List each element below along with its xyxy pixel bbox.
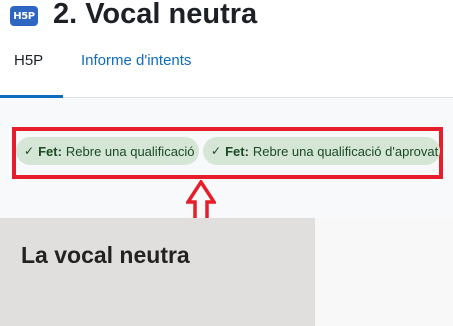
check-icon: ✓: [211, 144, 222, 158]
completion-status: Fet:: [225, 143, 249, 159]
check-icon: ✓: [24, 144, 35, 158]
tab-attempts-report[interactable]: Informe d'intents: [81, 52, 191, 69]
content-panel: [0, 218, 315, 326]
completion-badge-grade: ✓ Fet: Rebre una qualificació: [16, 137, 199, 165]
page: H5P 2. Vocal neutra H5P Informe d'intent…: [0, 0, 453, 326]
tab-h5p[interactable]: H5P: [14, 52, 43, 69]
page-title: 2. Vocal neutra: [53, 0, 258, 30]
h5p-logo-icon: H5P: [10, 6, 38, 26]
completion-text: Rebre una qualificació: [65, 143, 195, 159]
completion-badge-pass: ✓ Fet: Rebre una qualificació d'aprovat: [203, 137, 440, 165]
content-heading: La vocal neutra: [21, 242, 190, 268]
content-side-area: [315, 218, 453, 326]
tab-bar: H5P Informe d'intents: [0, 40, 453, 98]
completion-status: Fet:: [38, 143, 62, 159]
completion-text: Rebre una qualificació d'aprovat: [252, 143, 439, 159]
